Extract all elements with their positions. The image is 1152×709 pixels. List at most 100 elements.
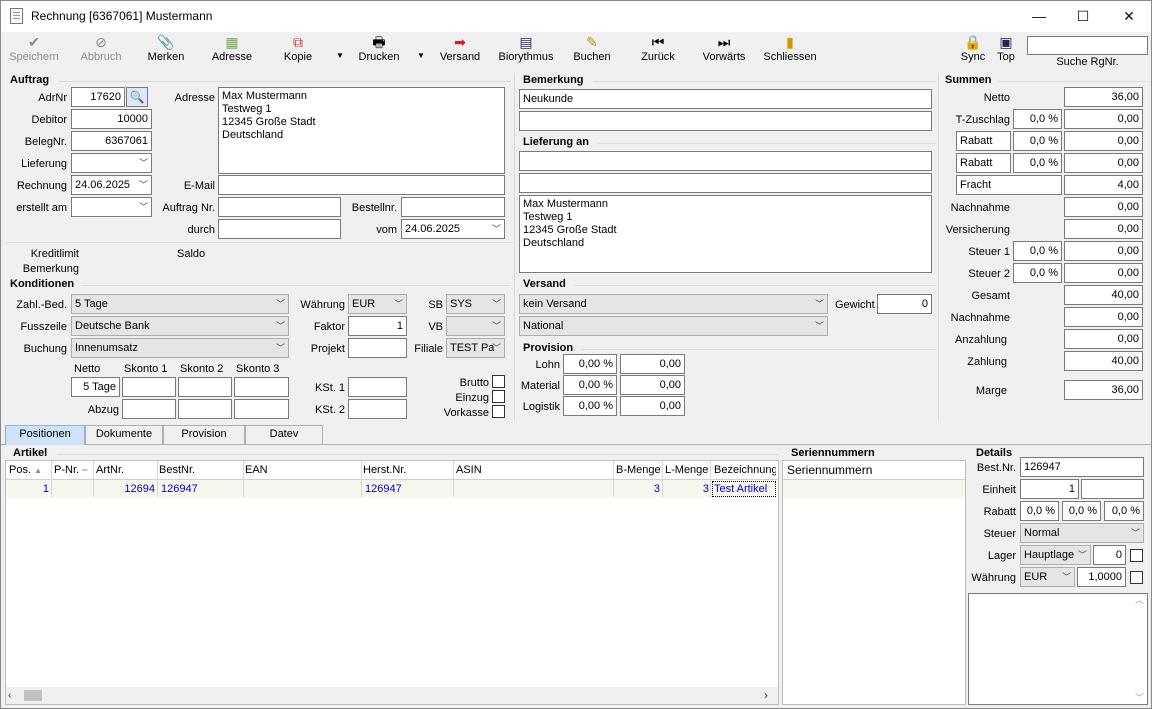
tzuschlag-pct-field[interactable]: 0,0 % xyxy=(1013,109,1062,129)
row-bezeichnung[interactable]: Test Artikel xyxy=(712,481,776,497)
kst1-field[interactable] xyxy=(348,377,407,397)
lohn-pct-field[interactable]: 0,00 % xyxy=(563,354,617,374)
adresse-memo[interactable]: Max Mustermann Testweg 1 12345 Große Sta… xyxy=(218,87,505,174)
versicherung-value[interactable]: 0,00 xyxy=(1064,219,1143,239)
skonto-netto-field[interactable]: 5 Tage xyxy=(71,377,120,397)
rechnung-date-picker[interactable]: 24.06.2025 ﹀ xyxy=(71,175,152,195)
tab-dokumente[interactable]: Dokumente xyxy=(85,425,163,444)
logistik-pct-field[interactable]: 0,00 % xyxy=(563,396,617,416)
col-bmenge[interactable]: B-Menge xyxy=(616,462,662,479)
gewicht-field[interactable]: 0 xyxy=(877,294,932,314)
adresse-button[interactable]: ▦ Adresse xyxy=(205,34,259,68)
sync-button[interactable]: 🔒 Sync xyxy=(959,34,987,68)
material-value-field[interactable]: 0,00 xyxy=(620,375,685,395)
belegnr-field[interactable]: 6367061 xyxy=(71,131,152,151)
details-steuer-select[interactable]: Normal ﹀ xyxy=(1020,523,1144,543)
region-select[interactable]: National ﹀ xyxy=(519,316,828,336)
close-button[interactable]: ✕ xyxy=(1106,1,1151,32)
col-herstnr[interactable]: Herst.Nr. xyxy=(363,462,453,479)
details-einheit2-field[interactable] xyxy=(1081,479,1144,499)
merken-button[interactable]: 📎 Merken xyxy=(141,34,191,68)
search-rgnr-input[interactable] xyxy=(1027,36,1148,55)
zahl-bed-select[interactable]: 5 Tage ﹀ xyxy=(71,294,289,314)
details-rabatt2-field[interactable]: 0,0 % xyxy=(1062,501,1101,521)
col-artnr[interactable]: ArtNr. xyxy=(96,462,156,479)
skonto3-days-field[interactable] xyxy=(234,377,289,397)
details-lager-select[interactable]: Hauptlage ﹀ xyxy=(1020,545,1091,565)
rabatt2-pct-field[interactable]: 0,0 % xyxy=(1013,153,1062,173)
waehrung-select[interactable]: EUR ﹀ xyxy=(348,294,407,314)
lieferung-an-line1-field[interactable] xyxy=(519,151,932,171)
versandart-select[interactable]: kein Versand ﹀ xyxy=(519,294,828,314)
vom-date-picker[interactable]: 24.06.2025 ﹀ xyxy=(401,219,505,239)
nachnahme1-value[interactable]: 0,00 xyxy=(1064,197,1143,217)
zahlung-value[interactable]: 40,00 xyxy=(1064,351,1143,371)
durch-field[interactable] xyxy=(218,219,341,239)
details-rabatt3-field[interactable]: 0,0 % xyxy=(1104,501,1144,521)
steuer1-pct-field[interactable]: 0,0 % xyxy=(1013,241,1062,261)
tab-positionen[interactable]: Positionen xyxy=(5,425,85,445)
details-bestnr-field[interactable]: 126947 xyxy=(1020,457,1144,477)
buchung-select[interactable]: Innenumsatz ﹀ xyxy=(71,338,289,358)
email-field[interactable] xyxy=(218,175,505,195)
brutto-checkbox[interactable] xyxy=(492,375,505,388)
kopie-button[interactable]: ⧉ Kopie xyxy=(277,34,319,68)
auftragnr-field[interactable] xyxy=(218,197,341,217)
tab-provision[interactable]: Provision xyxy=(163,425,245,444)
minimize-button[interactable]: — xyxy=(1016,1,1062,32)
steuer2-pct-field[interactable]: 0,0 % xyxy=(1013,263,1062,283)
details-notes-memo[interactable] xyxy=(968,593,1148,705)
top-button[interactable]: ▣ Top xyxy=(993,34,1019,68)
scroll-left-icon[interactable]: ‹ xyxy=(8,687,20,704)
fusszeile-select[interactable]: Deutsche Bank ﹀ xyxy=(71,316,289,336)
seriennummern-column[interactable]: Seriennummern xyxy=(787,463,872,477)
col-pnr[interactable]: P-Nr. ⎯ xyxy=(54,462,94,479)
lieferung-an-line2-field[interactable] xyxy=(519,173,932,193)
col-pos[interactable]: Pos. ▲ xyxy=(9,462,51,479)
col-asin[interactable]: ASIN xyxy=(456,462,614,479)
vorwaerts-button[interactable]: ⏭ Vorwärts xyxy=(699,34,749,68)
details-waehrung-select[interactable]: EUR ﹀ xyxy=(1020,567,1075,587)
sb-select[interactable]: SYS ﹀ xyxy=(446,294,505,314)
details-rabatt1-field[interactable]: 0,0 % xyxy=(1020,501,1059,521)
col-bezeichnung[interactable]: Bezeichnung xyxy=(714,462,776,479)
details-kurs-checkbox[interactable] xyxy=(1130,571,1143,584)
nachnahme2-value[interactable]: 0,00 xyxy=(1064,307,1143,327)
details-lager-qty-field[interactable]: 0 xyxy=(1093,545,1126,565)
anzahlung-value[interactable]: 0,00 xyxy=(1064,329,1143,349)
scroll-right-icon[interactable]: › xyxy=(764,687,776,704)
kopie-dropdown-arrow[interactable]: ▼ xyxy=(334,51,346,61)
biorythmus-button[interactable]: ▤ Biorythmus xyxy=(497,34,555,68)
debitor-field[interactable]: 10000 xyxy=(71,109,152,129)
col-lmenge[interactable]: L-Menge xyxy=(665,462,711,479)
skonto3-abzug-field[interactable] xyxy=(234,399,289,419)
skonto2-abzug-field[interactable] xyxy=(178,399,232,419)
fracht-value[interactable]: 4,00 xyxy=(1064,175,1143,195)
faktor-field[interactable]: 1 xyxy=(348,316,407,336)
col-bestnr[interactable]: BestNr. xyxy=(159,462,243,479)
col-ean[interactable]: EAN xyxy=(245,462,361,479)
erstellt-date-picker[interactable]: ﹀ xyxy=(71,197,152,217)
drucken-button[interactable]: 🖶 Drucken xyxy=(355,34,403,68)
speichern-button[interactable]: ✔ Speichern xyxy=(5,34,63,68)
zurueck-button[interactable]: ⏮ Zurück xyxy=(637,34,679,68)
maximize-button[interactable]: ☐ xyxy=(1060,1,1106,32)
lieferung-an-address-memo[interactable]: Max Mustermann Testweg 1 12345 Große Sta… xyxy=(519,195,932,273)
projekt-field[interactable] xyxy=(348,338,407,358)
buchen-button[interactable]: ✎ Buchen xyxy=(571,34,613,68)
address-lookup-icon[interactable]: 🔍 xyxy=(126,87,148,107)
kst2-field[interactable] xyxy=(348,399,407,419)
scroll-down-icon[interactable]: ﹀ xyxy=(1132,692,1147,704)
details-notes-scrollbar[interactable]: ︿ ﹀ xyxy=(1132,594,1147,704)
material-pct-field[interactable]: 0,00 % xyxy=(563,375,617,395)
tab-datev[interactable]: Datev xyxy=(245,425,323,444)
scroll-up-icon[interactable]: ︿ xyxy=(1132,594,1147,606)
logistik-value-field[interactable]: 0,00 xyxy=(620,396,685,416)
adrnr-field[interactable]: 17620 xyxy=(71,87,125,107)
skonto1-abzug-field[interactable] xyxy=(122,399,176,419)
details-einheit-field[interactable]: 1 xyxy=(1020,479,1079,499)
details-lager-checkbox[interactable] xyxy=(1130,549,1143,562)
bemerkung-line2-field[interactable] xyxy=(519,111,932,131)
lieferung-date-picker[interactable]: ﹀ xyxy=(71,153,152,173)
serien-row[interactable] xyxy=(783,480,965,498)
